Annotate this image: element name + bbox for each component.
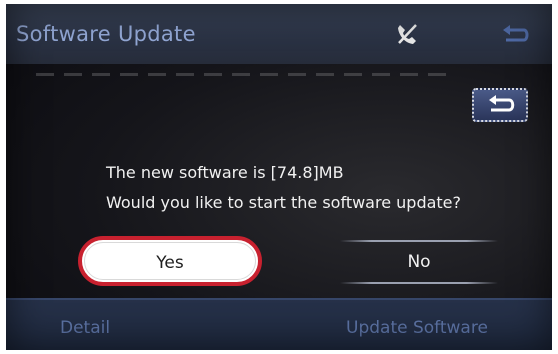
detail-button[interactable]: Detail (60, 318, 110, 338)
yes-button[interactable]: Yes (78, 236, 262, 286)
return-arrow-icon (503, 25, 529, 42)
update-message: The new software is [74.8]MB Would you l… (106, 158, 526, 218)
message-question-line: Would you like to start the software upd… (106, 193, 462, 212)
message-size-line: The new software is [74.8]MB (106, 163, 344, 182)
screen: Software Update Detail Update Software T… (6, 4, 552, 350)
title-bar: Software Update (6, 4, 552, 64)
update-software-button[interactable]: Update Software (346, 318, 488, 338)
no-button[interactable]: No (340, 240, 498, 284)
header-back-button[interactable] (498, 24, 532, 48)
phone-disabled-icon (396, 22, 418, 46)
no-button-label: No (407, 252, 431, 272)
no-button-bottom-line (340, 282, 498, 284)
dialog-back-button[interactable] (472, 88, 528, 122)
yes-button-label: Yes (156, 253, 184, 273)
no-button-top-line (340, 240, 498, 242)
footer-divider (6, 298, 552, 300)
page-title: Software Update (16, 22, 196, 46)
return-arrow-icon (489, 95, 515, 112)
head-unit-frame: Software Update Detail Update Software T… (0, 0, 558, 354)
dimmed-background-text (36, 73, 456, 76)
